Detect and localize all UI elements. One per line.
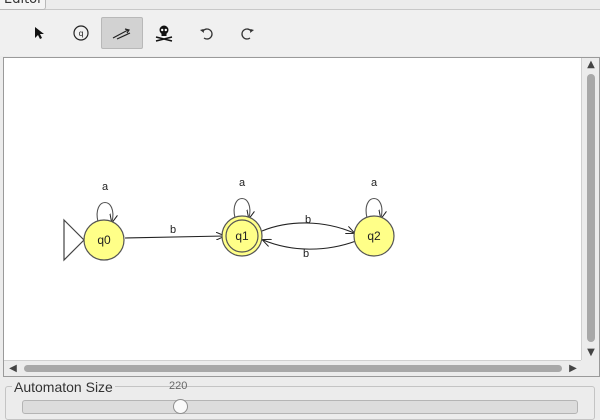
edge-label-q0-q0: a — [102, 181, 109, 193]
transition-q0-q1[interactable] — [124, 236, 224, 238]
scroll-down-arrow-icon[interactable]: ▼ — [585, 347, 597, 359]
add-transition-tool-button[interactable] — [101, 17, 143, 49]
select-tool-button[interactable] — [18, 17, 60, 49]
automaton-canvas-panel: a b a b b a q0 q1 q2 ▲ ▼ ◀ ▶ — [3, 57, 600, 377]
redo-icon — [241, 28, 254, 40]
toolbar: q — [0, 10, 600, 56]
undo-icon — [200, 28, 213, 40]
state-label-q1: q1 — [235, 229, 249, 243]
tab-bar: Editor — [0, 0, 600, 10]
edge-label-q1-q2: b — [305, 214, 311, 226]
scroll-right-arrow-icon[interactable]: ▶ — [567, 363, 579, 375]
state-label-q0: q0 — [97, 233, 111, 247]
self-loop-q0[interactable] — [96, 202, 113, 223]
state-label-q2: q2 — [367, 229, 381, 243]
automaton-size-title: Automaton Size — [12, 379, 115, 395]
vertical-scroll-thumb[interactable] — [587, 74, 595, 342]
edge-label-q1-q1: a — [239, 177, 246, 189]
add-state-icon: q — [73, 25, 89, 41]
state-q1[interactable]: q1 — [221, 215, 263, 257]
redo-button[interactable] — [227, 17, 269, 49]
vertical-scrollbar[interactable]: ▲ ▼ — [581, 58, 599, 360]
undo-button[interactable] — [185, 17, 227, 49]
scrollbar-corner — [581, 360, 599, 376]
transition-q2-q1[interactable] — [263, 240, 357, 250]
edge-label-q0-q1: b — [170, 224, 176, 236]
edge-label-q2-q2: a — [371, 177, 378, 189]
scroll-up-arrow-icon[interactable]: ▲ — [585, 59, 597, 71]
automaton-size-slider[interactable] — [22, 400, 578, 414]
delete-tool-button[interactable] — [143, 17, 185, 49]
horizontal-scrollbar[interactable]: ◀ ▶ — [4, 360, 582, 376]
horizontal-scroll-thumb[interactable] — [24, 365, 562, 372]
automaton-diagram: a b a b b a q0 q1 q2 — [63, 177, 395, 262]
scroll-left-arrow-icon[interactable]: ◀ — [7, 363, 19, 375]
pointer-arrow-icon — [35, 27, 44, 39]
state-q2[interactable]: q2 — [353, 215, 395, 257]
delete-skull-icon — [155, 25, 173, 42]
initial-state-marker — [63, 218, 85, 262]
edge-label-q2-q1: b — [303, 248, 309, 260]
self-loop-q2[interactable] — [365, 198, 382, 219]
tab-editor[interactable]: Editor — [0, 0, 46, 10]
add-state-tool-button[interactable]: q — [60, 17, 102, 49]
automaton-size-panel: Automaton Size 220 — [5, 380, 595, 420]
svg-text:q: q — [78, 29, 83, 38]
self-loop-q1[interactable] — [233, 198, 250, 219]
add-transition-icon — [112, 28, 131, 40]
automaton-size-value: 220 — [169, 380, 188, 392]
state-q0[interactable]: q0 — [83, 219, 125, 261]
automaton-canvas[interactable]: a b a b b a q0 q1 q2 — [4, 58, 582, 360]
